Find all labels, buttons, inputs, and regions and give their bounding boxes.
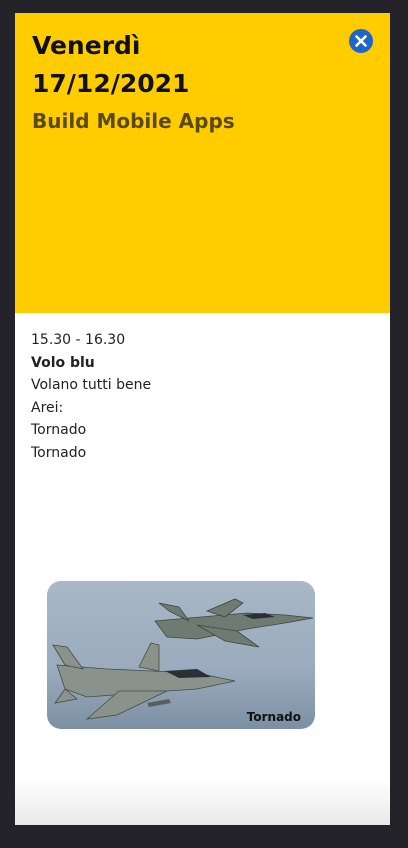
aircraft-item: Tornado xyxy=(31,444,87,461)
event-header: Venerdì 17/12/2021 Build Mobile Apps xyxy=(15,13,390,313)
tornado-jets-image xyxy=(47,581,315,729)
event-time: 15.30 - 16.30 xyxy=(31,332,126,348)
bottom-fade xyxy=(15,779,390,825)
aircraft-item: Tornado xyxy=(31,422,87,438)
aircraft-photo[interactable]: Tornado xyxy=(47,581,315,729)
event-details: 15.30 - 16.30 Volo blu Volano tutti bene… xyxy=(31,329,371,464)
photo-caption: Tornado xyxy=(246,710,301,724)
close-icon xyxy=(355,35,367,47)
close-button[interactable] xyxy=(349,29,373,53)
event-date: 17/12/2021 xyxy=(32,69,190,98)
event-title: Volo blu xyxy=(31,354,95,371)
aircraft-label: Arei: xyxy=(31,399,64,416)
event-detail-card: Venerdì 17/12/2021 Build Mobile Apps 15.… xyxy=(15,13,390,825)
event-description: Volano tutti bene xyxy=(31,377,152,393)
event-subtitle: Build Mobile Apps xyxy=(32,109,235,133)
event-day: Venerdì xyxy=(32,31,141,60)
